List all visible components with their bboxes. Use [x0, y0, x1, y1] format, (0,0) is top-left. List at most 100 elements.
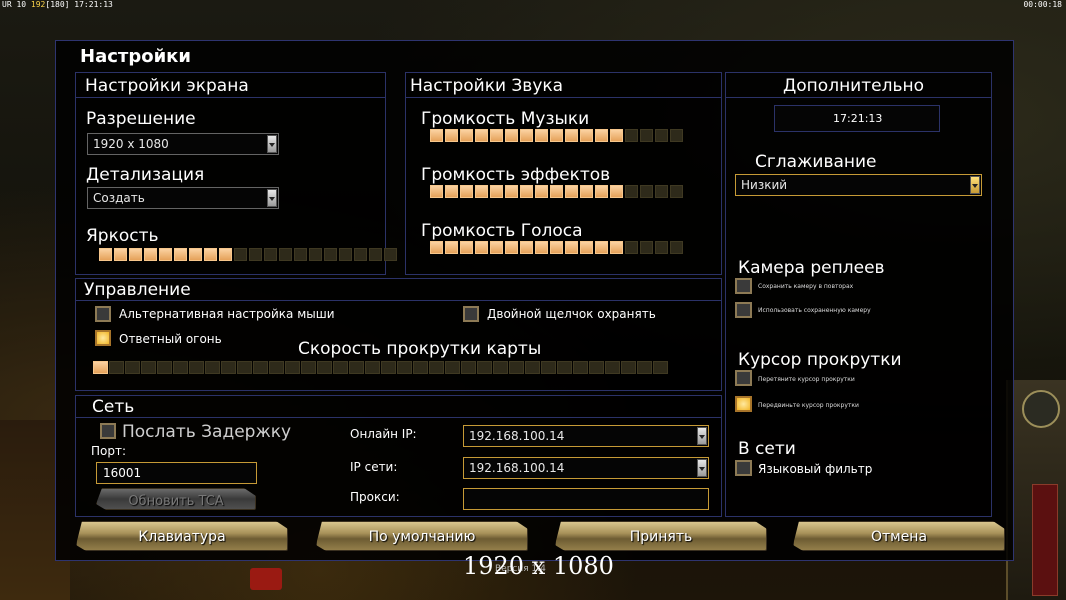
- radar-icon[interactable]: [1022, 390, 1060, 428]
- slider-segment[interactable]: [129, 248, 142, 261]
- resolution-dropdown[interactable]: 1920 x 1080: [87, 133, 279, 155]
- slider-segment[interactable]: [557, 361, 572, 374]
- slider-segment[interactable]: [573, 361, 588, 374]
- slider-segment[interactable]: [381, 361, 396, 374]
- slider-segment[interactable]: [430, 129, 443, 142]
- slider-segment[interactable]: [204, 248, 217, 261]
- slider-segment[interactable]: [595, 129, 608, 142]
- apply-button[interactable]: Принять: [555, 521, 767, 551]
- slider-segment[interactable]: [93, 361, 108, 374]
- slider-segment[interactable]: [237, 361, 252, 374]
- slider-segment[interactable]: [610, 129, 623, 142]
- slider-segment[interactable]: [317, 361, 332, 374]
- slider-segment[interactable]: [589, 361, 604, 374]
- chevron-down-icon[interactable]: [697, 459, 707, 477]
- slider-segment[interactable]: [580, 185, 593, 198]
- slider-segment[interactable]: [445, 129, 458, 142]
- slider-segment[interactable]: [349, 361, 364, 374]
- slider-segment[interactable]: [550, 185, 563, 198]
- slider-segment[interactable]: [460, 129, 473, 142]
- defaults-button[interactable]: По умолчанию: [316, 521, 528, 551]
- cancel-button[interactable]: Отмена: [793, 521, 1005, 551]
- slider-segment[interactable]: [477, 361, 492, 374]
- slider-segment[interactable]: [655, 129, 668, 142]
- slider-segment[interactable]: [505, 185, 518, 198]
- slider-segment[interactable]: [384, 248, 397, 261]
- brightness-slider[interactable]: [99, 248, 397, 261]
- slider-segment[interactable]: [505, 241, 518, 254]
- slider-segment[interactable]: [445, 361, 460, 374]
- replay-use-camera-checkbox[interactable]: [735, 302, 752, 318]
- slider-segment[interactable]: [279, 248, 292, 261]
- slider-segment[interactable]: [509, 361, 524, 374]
- proxy-input[interactable]: [463, 488, 709, 510]
- slider-segment[interactable]: [430, 185, 443, 198]
- cursor-move-checkbox[interactable]: [735, 396, 752, 412]
- slider-segment[interactable]: [493, 361, 508, 374]
- slider-segment[interactable]: [339, 248, 352, 261]
- lan-ip-dropdown[interactable]: 192.168.100.14: [463, 457, 709, 479]
- slider-segment[interactable]: [670, 185, 683, 198]
- slider-segment[interactable]: [640, 185, 653, 198]
- slider-segment[interactable]: [365, 361, 380, 374]
- slider-segment[interactable]: [294, 248, 307, 261]
- slider-segment[interactable]: [460, 241, 473, 254]
- slider-segment[interactable]: [490, 241, 503, 254]
- slider-segment[interactable]: [159, 248, 172, 261]
- slider-segment[interactable]: [205, 361, 220, 374]
- slider-segment[interactable]: [189, 248, 202, 261]
- slider-segment[interactable]: [605, 361, 620, 374]
- slider-segment[interactable]: [475, 241, 488, 254]
- music-volume-slider[interactable]: [430, 129, 683, 142]
- chevron-down-icon[interactable]: [697, 427, 707, 445]
- slider-segment[interactable]: [655, 241, 668, 254]
- slider-segment[interactable]: [653, 361, 668, 374]
- chevron-down-icon[interactable]: [970, 176, 980, 194]
- slider-segment[interactable]: [525, 361, 540, 374]
- slider-segment[interactable]: [670, 241, 683, 254]
- slider-segment[interactable]: [541, 361, 556, 374]
- slider-segment[interactable]: [174, 248, 187, 261]
- slider-segment[interactable]: [445, 241, 458, 254]
- slider-segment[interactable]: [114, 248, 127, 261]
- slider-segment[interactable]: [189, 361, 204, 374]
- slider-segment[interactable]: [475, 185, 488, 198]
- slider-segment[interactable]: [621, 361, 636, 374]
- slider-segment[interactable]: [221, 361, 236, 374]
- slider-segment[interactable]: [285, 361, 300, 374]
- slider-segment[interactable]: [309, 248, 322, 261]
- chevron-down-icon[interactable]: [267, 189, 277, 207]
- slider-segment[interactable]: [354, 248, 367, 261]
- slider-segment[interactable]: [445, 185, 458, 198]
- slider-segment[interactable]: [625, 241, 638, 254]
- chevron-down-icon[interactable]: [267, 135, 277, 153]
- slider-segment[interactable]: [670, 129, 683, 142]
- slider-segment[interactable]: [141, 361, 156, 374]
- slider-segment[interactable]: [324, 248, 337, 261]
- slider-segment[interactable]: [637, 361, 652, 374]
- slider-segment[interactable]: [253, 361, 268, 374]
- alt-mouse-checkbox[interactable]: [95, 306, 111, 322]
- slider-segment[interactable]: [535, 185, 548, 198]
- slider-segment[interactable]: [490, 185, 503, 198]
- update-tca-button[interactable]: Обновить TCA: [96, 488, 256, 510]
- slider-segment[interactable]: [625, 129, 638, 142]
- detail-dropdown[interactable]: Создать: [87, 187, 279, 209]
- slider-segment[interactable]: [301, 361, 316, 374]
- slider-segment[interactable]: [535, 129, 548, 142]
- slider-segment[interactable]: [535, 241, 548, 254]
- slider-segment[interactable]: [595, 241, 608, 254]
- slider-segment[interactable]: [520, 185, 533, 198]
- replay-save-camera-checkbox[interactable]: [735, 278, 752, 294]
- slider-segment[interactable]: [655, 185, 668, 198]
- slider-segment[interactable]: [413, 361, 428, 374]
- language-filter-checkbox[interactable]: [735, 460, 752, 476]
- slider-segment[interactable]: [173, 361, 188, 374]
- scroll-speed-slider[interactable]: [93, 361, 668, 374]
- slider-segment[interactable]: [125, 361, 140, 374]
- antialiasing-dropdown[interactable]: Низкий: [735, 174, 982, 196]
- keyboard-button[interactable]: Клавиатура: [76, 521, 288, 551]
- slider-segment[interactable]: [610, 241, 623, 254]
- slider-segment[interactable]: [490, 129, 503, 142]
- slider-segment[interactable]: [595, 185, 608, 198]
